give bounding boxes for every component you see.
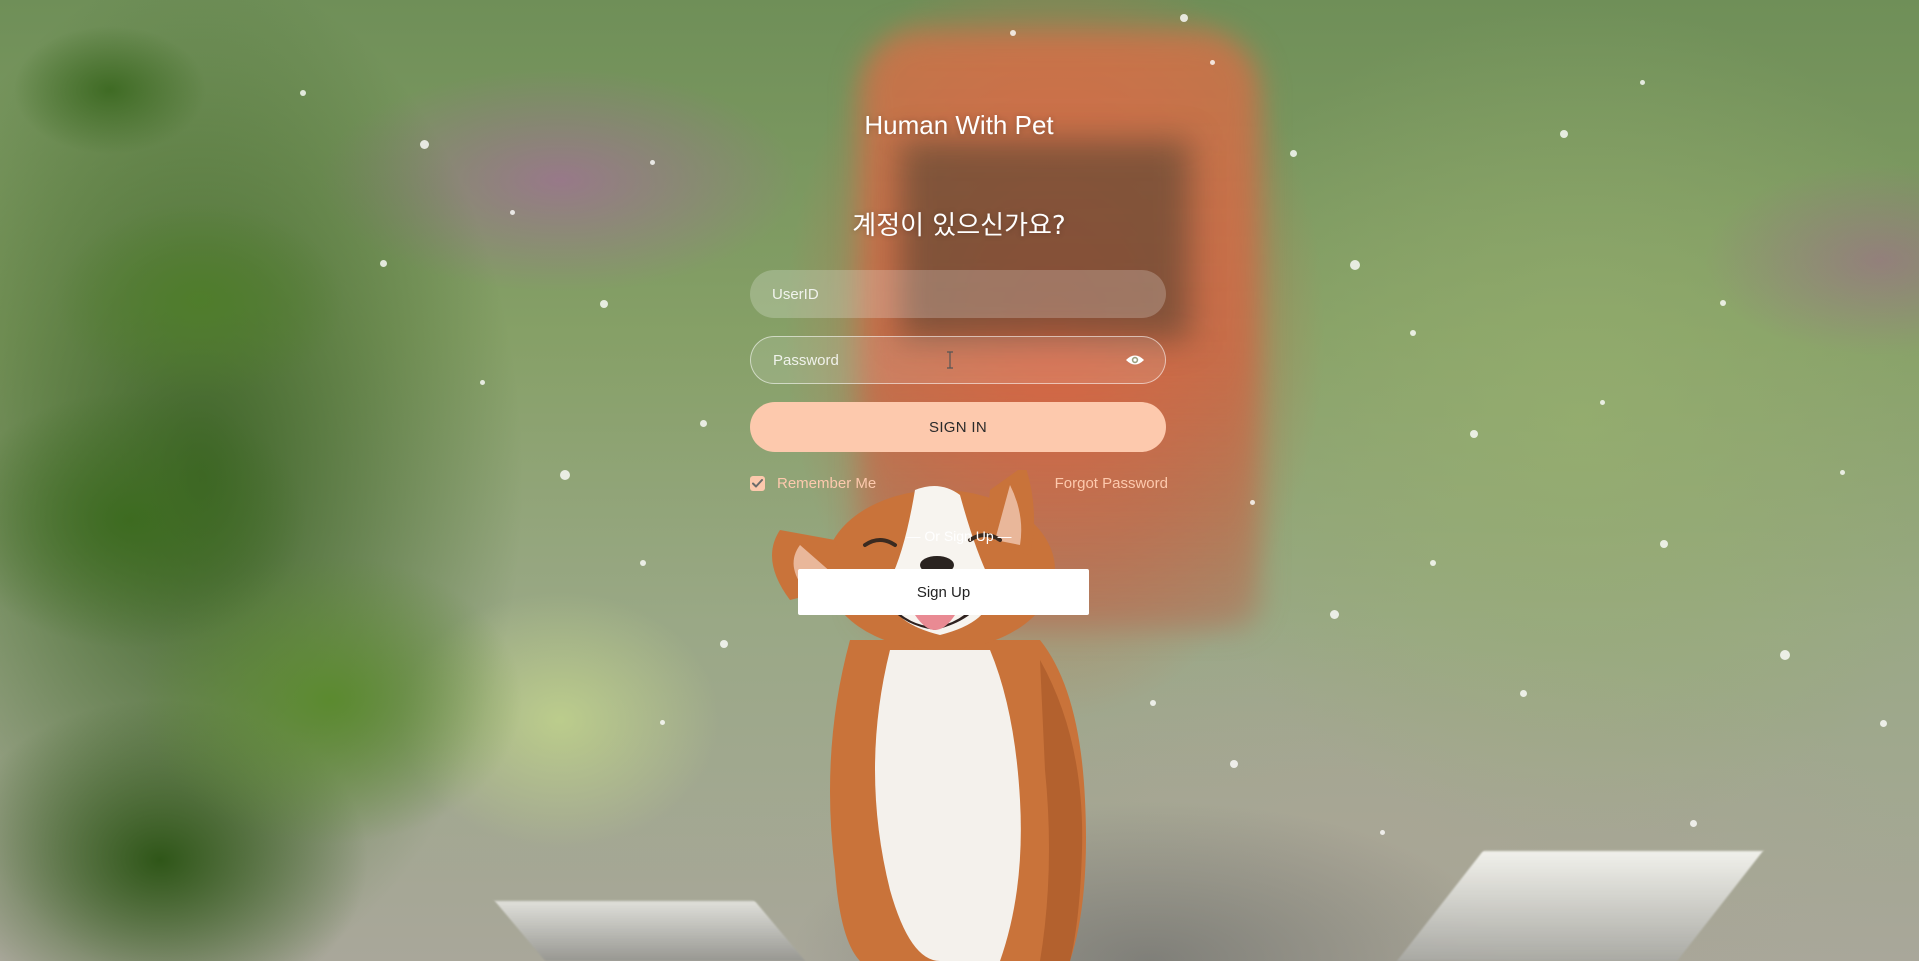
signup-button[interactable]: Sign Up [798,569,1089,615]
checkmark-icon [752,478,763,487]
remember-me-label: Remember Me [777,474,877,492]
remember-me-checkbox[interactable]: Remember Me [750,475,876,492]
login-page: Human With Pet 계정이 있으신가요? SIGN IN [0,0,1919,961]
login-options-row: Remember Me Forgot Password [750,472,1168,494]
eye-icon[interactable] [1125,353,1145,367]
login-heading: 계정이 있으신가요? [852,211,1066,241]
userid-field[interactable] [750,270,1166,318]
text-cursor-icon [947,351,953,369]
background-foliage [0,0,760,961]
or-signup-divider: — Or Sign Up — [906,528,1012,544]
signin-button[interactable]: SIGN IN [750,402,1166,452]
app-title: Human With Pet [864,110,1054,140]
login-form: Human With Pet 계정이 있으신가요? SIGN IN [750,0,1168,961]
userid-input[interactable] [770,284,1146,304]
password-field[interactable] [750,336,1166,384]
checkbox-checked[interactable] [750,475,765,491]
forgot-password-link[interactable]: Forgot Password [1055,475,1168,492]
